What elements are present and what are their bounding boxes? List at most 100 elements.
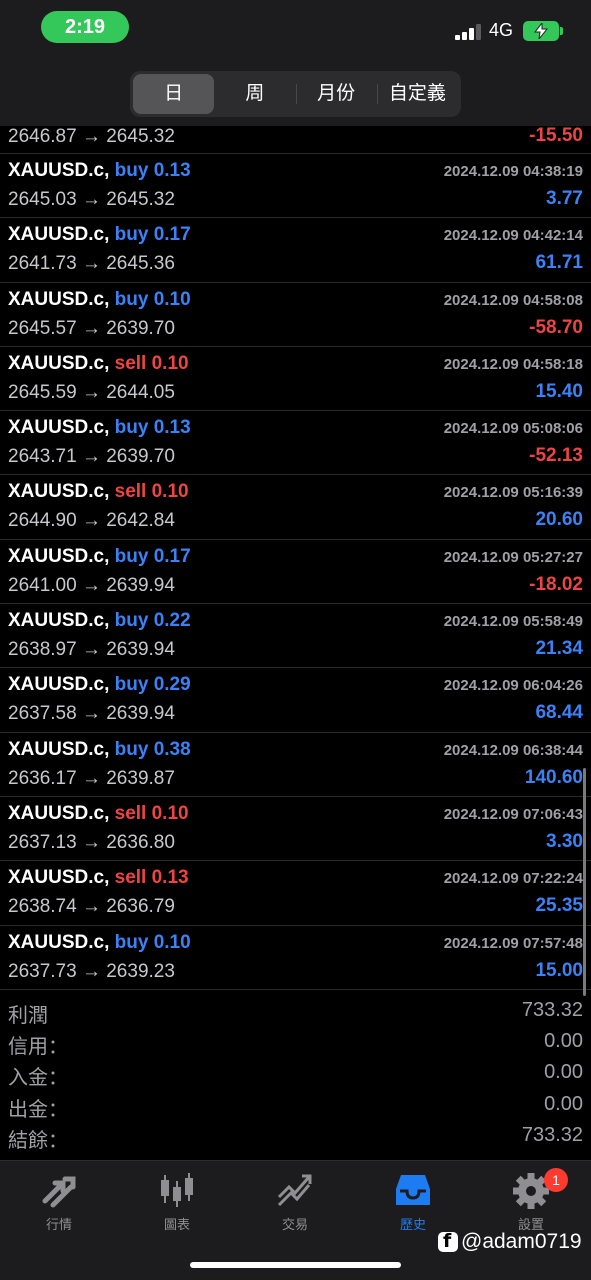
trade-prices: 2637.73 → 2639.23 (8, 960, 175, 982)
trade-prices: 2637.13 → 2636.80 (8, 831, 175, 853)
trade-datetime: 2024.12.09 07:22:24 (443, 870, 583, 888)
trade-title: XAUUSD.c, buy 0.38 (8, 739, 191, 761)
period-segmented-control: 日 周 月份 自定義 (130, 71, 461, 117)
trade-datetime: 2024.12.09 07:06:43 (443, 805, 583, 823)
trade-datetime: 2024.12.09 05:16:39 (443, 484, 583, 502)
trade-prices: 2638.97 → 2639.94 (8, 639, 175, 661)
trade-row[interactable]: XAUUSD.c, buy 0.22 2024.12.09 05:58:49 263… (0, 604, 591, 669)
trade-title: XAUUSD.c, sell 0.13 (8, 867, 189, 889)
tab-trade[interactable]: 交易 (236, 1171, 354, 1241)
summary-row: 入金： 0.00 (0, 1058, 591, 1089)
trade-prices: 2637.58 → 2639.94 (8, 703, 175, 725)
tab-label: 圖表 (163, 1217, 190, 1232)
summary-row: 出金： 0.00 (0, 1090, 591, 1121)
trade-row[interactable]: XAUUSD.c, sell 0.10 2024.12.09 04:58:18 26… (0, 347, 591, 412)
trade-side-volume: buy 0.10 (114, 288, 191, 310)
trade-title: XAUUSD.c, buy 0.13 (8, 160, 191, 182)
trade-side-volume: buy 0.38 (114, 738, 191, 760)
trade-symbol: XAUUSD.c, (8, 160, 110, 181)
trade-prices: 2638.74 → 2636.79 (8, 896, 175, 918)
trade-prices: 2645.59 → 2644.05 (8, 381, 175, 403)
tab-label: 行情 (45, 1217, 72, 1232)
trade-prices: 2645.57 → 2639.70 (8, 317, 175, 339)
trade-row[interactable]: XAUUSD.c, buy 0.17 2024.12.09 05:27:27 264… (0, 540, 591, 605)
trade-side-volume: buy 0.10 (114, 931, 191, 953)
trade-prices: 2641.73 → 2645.36 (8, 253, 175, 275)
trade-profit: 15.00 (535, 959, 583, 981)
summary-value: 0.00 (544, 1030, 583, 1053)
tab-label: 交易 (281, 1217, 308, 1232)
trade-row[interactable]: XAUUSD.c, sell 0.10 2024.12.09 07:06:43 26… (0, 797, 591, 862)
status-bar: 2:19 4G (0, 0, 591, 60)
trade-row[interactable]: XAUUSD.c, sell 0.10 2024.12.09 05:16:39 26… (0, 475, 591, 540)
trade-row[interactable]: XAUUSD.c, sell 0.13 2024.12.09 07:22:24 26… (0, 861, 591, 926)
trade-prices: 2643.71 → 2639.70 (8, 446, 175, 468)
trade-prices: 2646.87 → 2645.32 (8, 126, 175, 147)
trade-prices: 2644.90 → 2642.84 (8, 510, 175, 532)
home-indicator[interactable] (190, 1262, 401, 1268)
trade-symbol: XAUUSD.c, (8, 352, 110, 374)
trade-symbol: XAUUSD.c, (8, 288, 110, 310)
trade-side-volume: buy 0.13 (114, 160, 191, 181)
trade-side-volume: sell 0.13 (114, 867, 189, 889)
trade-row[interactable]: XAUUSD.c, buy 0.10 2024.12.09 07:57:48 263… (0, 926, 591, 990)
tab-chart[interactable]: 圖表 (118, 1171, 236, 1241)
trade-profit: 21.34 (535, 638, 583, 660)
trade-row[interactable]: XAUUSD.c, buy 0.38 2024.12.09 06:38:44 263… (0, 733, 591, 797)
segment-month[interactable]: 月份 (295, 74, 377, 114)
trade-title: XAUUSD.c, buy 0.13 (8, 417, 191, 439)
trade-row-partial[interactable]: 2646.87 → 2645.32 -15.50 (0, 125, 591, 154)
trade-datetime: 2024.12.09 06:04:26 (443, 677, 583, 695)
watermark-handle: @adam0719 (461, 1230, 582, 1253)
segment-day[interactable]: 日 (133, 74, 215, 114)
tab-quotes[interactable]: 行情 (0, 1171, 118, 1241)
trade-datetime: 2024.12.09 04:38:19 (443, 163, 583, 180)
cellular-signal-icon (455, 24, 483, 40)
trade-symbol: XAUUSD.c, (8, 867, 110, 889)
trade-symbol: XAUUSD.c, (8, 545, 110, 567)
trade-datetime: 2024.12.09 04:58:08 (443, 291, 583, 309)
summary-value: 733.32 (521, 999, 583, 1021)
trade-side-volume: sell 0.10 (114, 802, 189, 824)
summary-label: 出金： (8, 1098, 68, 1121)
summary-value: 0.00 (544, 1061, 583, 1084)
segment-custom[interactable]: 自定義 (376, 74, 458, 114)
trade-side-volume: sell 0.10 (114, 352, 189, 374)
trade-side-volume: sell 0.10 (114, 481, 189, 503)
segment-week[interactable]: 周 (214, 74, 295, 114)
trade-title: XAUUSD.c, buy 0.10 (8, 289, 191, 311)
scrollbar[interactable] (583, 768, 586, 996)
trade-symbol: XAUUSD.c, (8, 802, 110, 824)
trade-side-volume: buy 0.13 (114, 417, 191, 439)
trade-prices: 2641.00 → 2639.94 (8, 574, 175, 596)
trade-row[interactable]: XAUUSD.c, buy 0.13 2024.12.09 04:38:19 264… (0, 154, 591, 219)
trade-symbol: XAUUSD.c, (8, 610, 110, 632)
period-filter-bar: 日 周 月份 自定義 (0, 60, 591, 126)
trade-profit: -52.13 (529, 445, 583, 467)
watermark: @adam0719 (438, 1230, 582, 1254)
trade-title: XAUUSD.c, buy 0.17 (8, 546, 191, 568)
summary-label: 信用： (8, 1036, 68, 1059)
trade-history-list: 2646.87 → 2645.32 -15.50 XAUUSD.c, buy 0… (0, 125, 591, 990)
trade-title: XAUUSD.c, buy 0.17 (8, 224, 191, 246)
summary-label: 利潤 (8, 1005, 48, 1027)
trade-row[interactable]: XAUUSD.c, buy 0.13 2024.12.09 05:08:06 264… (0, 411, 591, 476)
candlestick-chart-icon (161, 1173, 193, 1207)
trade-datetime: 2024.12.09 07:57:48 (443, 934, 583, 952)
trade-title: XAUUSD.c, buy 0.22 (8, 610, 191, 632)
trade-symbol: XAUUSD.c, (8, 931, 110, 953)
summary-label: 入金： (8, 1067, 68, 1090)
trade-prices: 2645.03 → 2645.32 (8, 189, 175, 210)
trade-row[interactable]: XAUUSD.c, buy 0.10 2024.12.09 04:58:08 264… (0, 283, 591, 347)
trade-profit: 3.77 (546, 188, 583, 209)
status-time: 2:19 (41, 11, 129, 43)
summary-value: 733.32 (521, 1123, 583, 1146)
summary-value: 0.00 (544, 1092, 583, 1115)
trade-row[interactable]: XAUUSD.c, buy 0.29 2024.12.09 06:04:26 263… (0, 668, 591, 733)
trade-row[interactable]: XAUUSD.c, buy 0.17 2024.12.09 04:42:14 264… (0, 218, 591, 283)
trade-side-volume: buy 0.17 (114, 545, 191, 567)
trade-datetime: 2024.12.09 04:58:18 (443, 355, 583, 373)
facebook-icon (438, 1230, 458, 1252)
summary-row: 結餘： 733.32 (0, 1121, 591, 1152)
account-summary: 利潤 733.32 信用： 0.00 入金： 0.00 出金： 0.00 結餘： 733.32 (0, 996, 591, 1152)
